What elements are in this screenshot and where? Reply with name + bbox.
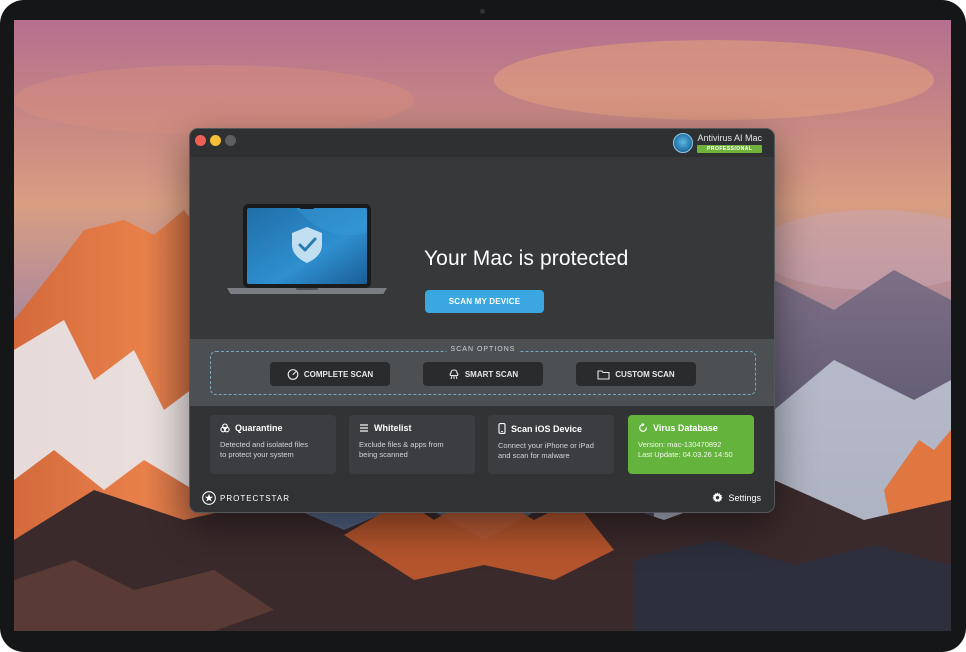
gauge-icon — [287, 369, 299, 380]
scan-options-label: SCAN OPTIONS — [446, 346, 520, 353]
macbook-frame: Antivirus AI Mac PROFESSIONAL Your Mac i… — [0, 0, 966, 652]
close-window-button[interactable] — [195, 135, 206, 146]
settings-label: Settings — [728, 492, 761, 503]
smart-scan-label: SMART SCAN — [464, 369, 519, 379]
gear-icon — [712, 492, 724, 503]
scan-ios-title-text: Scan iOS Device — [511, 423, 583, 434]
complete-scan-button[interactable]: COMPLETE SCAN — [270, 362, 390, 386]
zoom-window-button[interactable] — [225, 135, 236, 146]
whitelist-card-title: Whitelist — [359, 423, 465, 433]
app-window: Antivirus AI Mac PROFESSIONAL Your Mac i… — [189, 128, 775, 513]
antivirus-shield-icon — [673, 133, 694, 153]
list-icon — [360, 424, 368, 432]
quarantine-desc-line2: to protect your system — [220, 450, 294, 459]
virus-database-card[interactable]: Virus Database Version: mac-130470892 La… — [628, 415, 754, 474]
whitelist-desc-line2: being scanned — [359, 450, 408, 459]
scan-ios-desc-line2: and scan for malware — [498, 451, 570, 460]
whitelist-description: Exclude files & apps from being scanned — [359, 440, 465, 460]
complete-scan-label: COMPLETE SCAN — [303, 369, 374, 379]
status-panel: Your Mac is protected SCAN MY DEVICE — [190, 157, 774, 339]
protectstar-wordmark: PROTECTSTAR — [220, 493, 290, 503]
settings-button[interactable]: Settings — [712, 492, 761, 503]
desktop-screen: Antivirus AI Mac PROFESSIONAL Your Mac i… — [14, 20, 951, 631]
database-version: Version: mac-130470892 — [638, 440, 722, 449]
quarantine-description: Detected and isolated files to protect y… — [220, 440, 326, 460]
scan-ios-desc-line1: Connect your iPhone or iPad — [498, 441, 594, 450]
edition-badge: PROFESSIONAL — [697, 145, 762, 153]
protected-laptop-icon — [227, 204, 387, 294]
scan-ios-device-card[interactable]: Scan iOS Device Connect your iPhone or i… — [488, 415, 614, 474]
brain-icon — [449, 369, 459, 380]
scan-my-device-button[interactable]: SCAN MY DEVICE — [425, 290, 544, 313]
virus-database-title-text: Virus Database — [653, 423, 718, 433]
whitelist-desc-line1: Exclude files & apps from — [359, 440, 444, 449]
smart-scan-button[interactable]: SMART SCAN — [423, 362, 543, 386]
app-name: Antivirus AI Mac — [697, 133, 762, 143]
biohazard-icon — [220, 423, 230, 433]
scan-ios-description: Connect your iPhone or iPad and scan for… — [498, 441, 604, 461]
minimize-window-button[interactable] — [210, 135, 221, 146]
title-bar: Antivirus AI Mac PROFESSIONAL — [190, 129, 774, 158]
phone-icon — [498, 423, 506, 434]
custom-scan-label: CUSTOM SCAN — [615, 369, 675, 379]
whitelist-card[interactable]: Whitelist Exclude files & apps from bein… — [349, 415, 475, 474]
virus-database-details: Version: mac-130470892 Last Update: 04.0… — [638, 440, 744, 460]
star-logo-icon — [202, 491, 216, 505]
protection-status-title: Your Mac is protected — [424, 247, 629, 270]
camera-dot — [480, 9, 485, 14]
window-footer: PROTECTSTAR Settings — [190, 482, 774, 512]
feature-cards: Quarantine Detected and isolated files t… — [190, 406, 774, 482]
custom-scan-button[interactable]: CUSTOM SCAN — [576, 362, 696, 386]
database-last-update: Last Update: 04.03.26 14:50 — [638, 450, 733, 459]
quarantine-desc-line1: Detected and isolated files — [220, 440, 308, 449]
quarantine-title-text: Quarantine — [235, 423, 283, 433]
quarantine-card-title: Quarantine — [220, 423, 326, 433]
scan-options-panel: SCAN OPTIONS COMPLETE SCAN SMART SCAN CU… — [190, 339, 774, 406]
app-brand: Antivirus AI Mac PROFESSIONAL — [673, 133, 762, 155]
scan-options-frame: SCAN OPTIONS COMPLETE SCAN SMART SCAN CU… — [210, 346, 756, 395]
quarantine-card[interactable]: Quarantine Detected and isolated files t… — [210, 415, 336, 474]
scan-ios-card-title: Scan iOS Device — [498, 423, 604, 434]
whitelist-title-text: Whitelist — [374, 423, 412, 433]
virus-database-card-title: Virus Database — [638, 423, 744, 433]
folder-icon — [597, 369, 610, 380]
refresh-icon — [639, 423, 647, 432]
protectstar-logo: PROTECTSTAR — [202, 491, 290, 505]
